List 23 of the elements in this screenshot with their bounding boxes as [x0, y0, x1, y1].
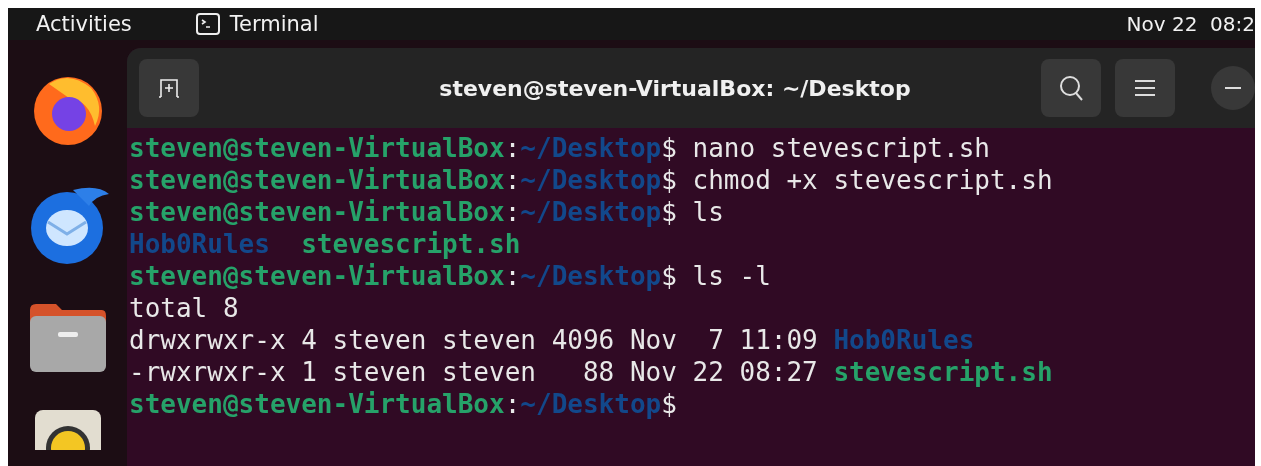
minimize-icon [1225, 86, 1241, 90]
terminal-line: total 8 [129, 292, 239, 324]
activities-button[interactable]: Activities [36, 12, 132, 36]
terminal-line: drwxrwxr-x 4 steven steven 4096 Nov 7 11:09 Hob0Rules [129, 324, 975, 356]
menu-button[interactable] [1115, 59, 1175, 117]
speaker-icon[interactable] [34, 410, 101, 450]
terminal-line: -rwxrwxr-x 1 steven steven 88 Nov 22 08:27 stevescript.sh [129, 356, 1053, 388]
terminal-line: Hob0Rules stevescript.sh [129, 228, 521, 260]
folder-icon[interactable] [27, 302, 108, 374]
terminal-line: steven@steven-VirtualBox:~/Desktop$ ls -l [129, 260, 771, 292]
search-icon [1058, 74, 1084, 102]
search-button[interactable] [1041, 59, 1101, 117]
terminal-line: steven@steven-VirtualBox:~/Desktop$ nano stevescript.sh [129, 132, 990, 164]
window-title: steven@steven-VirtualBox: ~/Desktop [438, 75, 912, 101]
terminal-icon [195, 13, 220, 35]
terminal-line: steven@steven-VirtualBox:~/Desktop$ chmod +x stevescript.sh [129, 164, 1053, 196]
menu-icon [1134, 79, 1156, 97]
app-menu-label[interactable]: Terminal [229, 12, 319, 36]
new-tab-button[interactable] [139, 59, 199, 117]
terminal-line: steven@steven-VirtualBox:~/Desktop$ ls [129, 196, 724, 228]
new-tab-icon [158, 77, 180, 99]
terminal-line: steven@steven-VirtualBox:~/Desktop$ [129, 388, 677, 420]
clock[interactable]: Nov 22 08:2 [1126, 12, 1255, 36]
